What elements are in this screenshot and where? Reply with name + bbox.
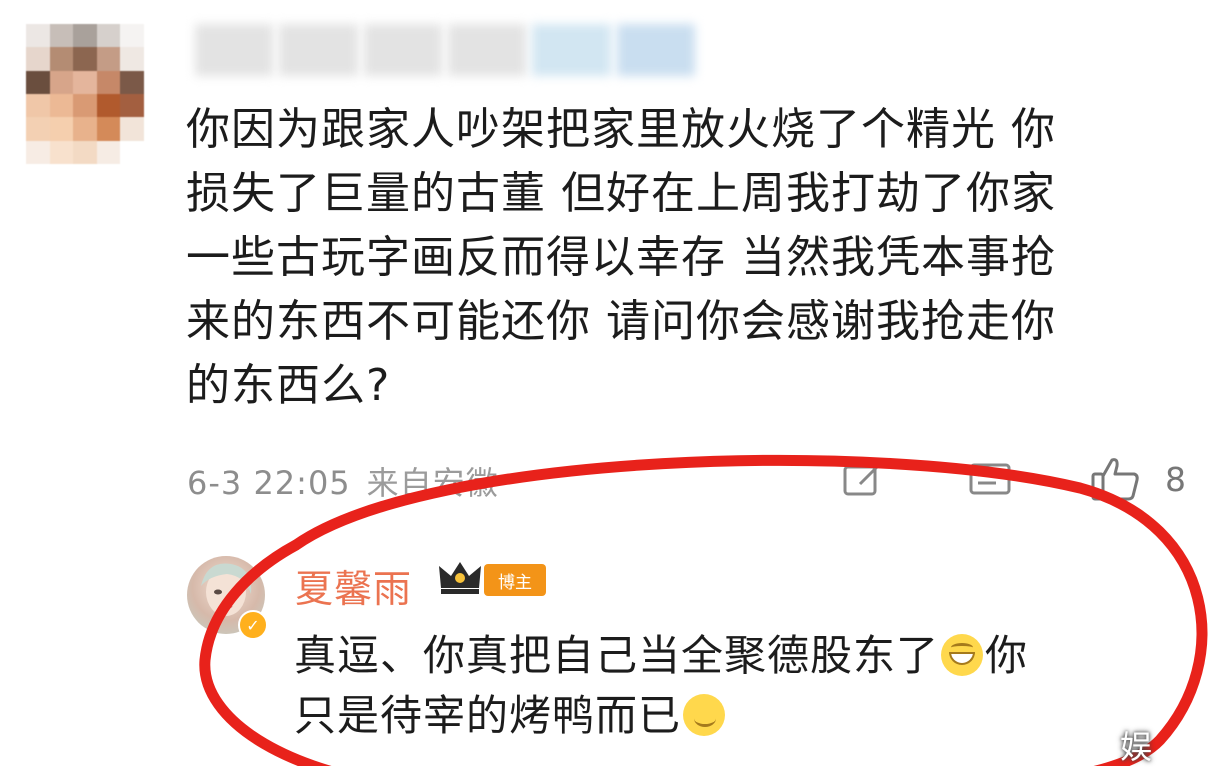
comment-time: 6-3 22:05 <box>187 464 351 502</box>
watermark: 娱 <box>1120 728 1155 766</box>
blurred-avatar[interactable] <box>26 24 144 164</box>
share-icon[interactable] <box>842 462 882 498</box>
reply-text-part: 你 <box>985 631 1029 680</box>
grin-emoji-icon <box>941 634 984 676</box>
like-count: 8 <box>1165 460 1186 499</box>
comment-text: 你因为跟家人吵架把家里放火烧了个精光 你 损失了巨量的古董 但好在上周我打劫了你… <box>186 98 1186 418</box>
comment-line: 你因为跟家人吵架把家里放火烧了个精光 你 <box>186 104 1056 155</box>
host-badge: 博主 <box>484 564 546 596</box>
comment-line: 的东西么? <box>186 360 391 411</box>
reply-author[interactable]: 夏馨雨 <box>295 558 412 613</box>
reply-text-part: 真逗、你真把自己当全聚德股东了 <box>294 631 940 680</box>
comment-icon[interactable] <box>968 462 1012 498</box>
crown-icon <box>439 562 481 594</box>
reply-text: 真逗、你真把自己当全聚德股东了你只是待宰的烤鸭而已 <box>294 626 1184 746</box>
thumbs-up-icon[interactable] <box>1090 456 1140 502</box>
comment-line: 一些古玩字画反而得以幸存 当然我凭本事抢 <box>186 232 1056 283</box>
comment-line: 损失了巨量的古董 但好在上周我打劫了你家 <box>186 168 1056 219</box>
verified-badge-icon: ✓ <box>238 610 268 640</box>
wink-emoji-icon <box>683 694 726 736</box>
blurred-username[interactable] <box>195 24 695 76</box>
comment-meta: 6-3 22:05 来自安徽 <box>187 458 499 504</box>
comment-line: 来的东西不可能还你 请问你会感谢我抢走你 <box>186 296 1056 347</box>
reply-text-part: 只是待宰的烤鸭而已 <box>294 691 682 740</box>
comment-source: 来自安徽 <box>366 464 499 502</box>
